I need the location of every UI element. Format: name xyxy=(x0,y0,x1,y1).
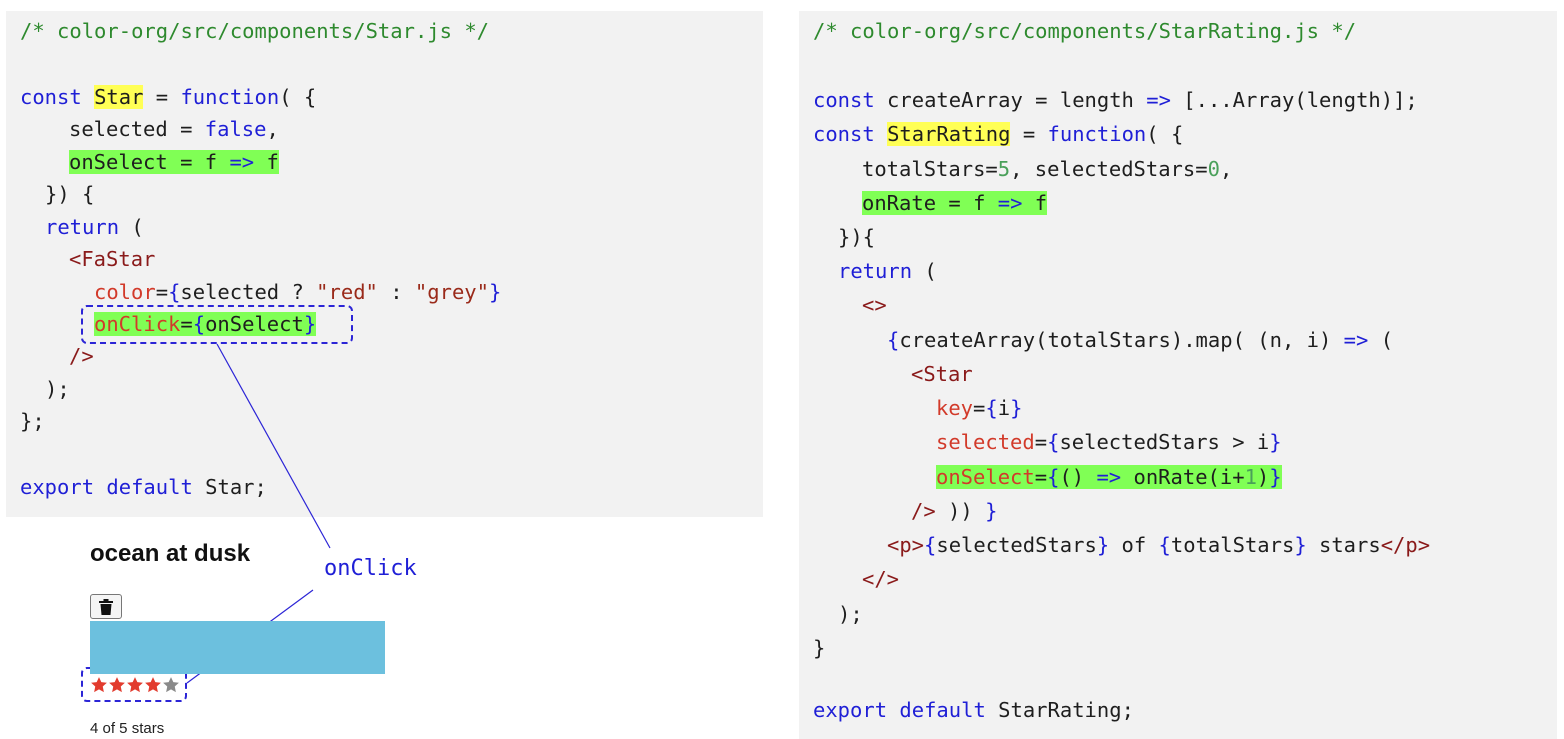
star-icon[interactable] xyxy=(108,676,126,694)
onclick-highlight-box xyxy=(81,305,353,344)
code-line-props: totalStars=5, selectedStars=0, xyxy=(862,157,1233,181)
code-line-close-brace: }; xyxy=(20,409,45,433)
delete-color-button[interactable] xyxy=(90,594,122,619)
code-line-onrate: onRate = f => f xyxy=(862,191,1048,215)
code-line-close-params: }) { xyxy=(45,182,95,206)
code-line-paragraph: <p>{selectedStars} of {totalStars} stars… xyxy=(887,533,1431,557)
code-line-close-params: }){ xyxy=(838,225,876,249)
code-line-map: {createArray(totalStars).map( (n, i) => … xyxy=(887,328,1394,352)
star-rating xyxy=(90,676,180,696)
code-line-key-attr: key={i} xyxy=(936,396,1023,420)
code-line-fastar-open: <FaStar xyxy=(69,247,156,271)
code-line-close-paren: ); xyxy=(838,602,863,626)
code-line-fragment-close: </> xyxy=(862,567,900,591)
starrating-js-code-panel: /* color-org/src/components/StarRating.j… xyxy=(799,11,1557,739)
code-line-onselect: onSelect = f => f xyxy=(69,150,279,174)
code-line-export: export default StarRating; xyxy=(813,698,1134,722)
code-line-selected-attr: selected={selectedStars > i} xyxy=(936,430,1282,454)
code-line-return: return ( xyxy=(838,259,937,283)
starrating-identifier: StarRating xyxy=(887,122,1011,146)
trash-icon xyxy=(99,599,113,615)
code-line-const-starrating: const StarRating = function( { xyxy=(813,122,1184,146)
star-icon[interactable] xyxy=(90,676,108,694)
file-comment: /* color-org/src/components/StarRating.j… xyxy=(813,19,1357,43)
star-identifier: Star xyxy=(94,85,144,109)
code-line-return: return ( xyxy=(45,215,144,239)
color-swatch xyxy=(90,621,385,674)
stars-count-text: 4 of 5 stars xyxy=(90,720,165,737)
code-line-star-close: /> )) } xyxy=(911,499,998,523)
code-line-onselect-attr: onSelect={() => onRate(i+1)} xyxy=(936,465,1282,489)
onclick-callout-label: onClick xyxy=(324,556,417,581)
code-line-selected: selected = false, xyxy=(69,117,279,141)
code-line-close-brace: } xyxy=(813,636,826,660)
code-line-star-open: <Star xyxy=(911,362,973,386)
code-line-fragment-open: <> xyxy=(862,293,887,317)
star-icon[interactable] xyxy=(162,676,180,694)
code-line-create-array: const createArray = length => [...Array(… xyxy=(813,88,1418,112)
color-title: ocean at dusk xyxy=(90,540,251,567)
code-line-color-attr: color={selected ? "red" : "grey"} xyxy=(94,280,502,304)
code-line-self-close: /> xyxy=(69,344,94,368)
code-line-const-star: const Star = function( { xyxy=(20,85,317,109)
file-comment: /* color-org/src/components/Star.js */ xyxy=(20,19,489,43)
star-icon[interactable] xyxy=(126,676,144,694)
star-js-code-panel: /* color-org/src/components/Star.js */ c… xyxy=(6,11,763,517)
star-icon[interactable] xyxy=(144,676,162,694)
code-line-export: export default Star; xyxy=(20,475,267,499)
code-line-close-paren: ); xyxy=(45,377,70,401)
